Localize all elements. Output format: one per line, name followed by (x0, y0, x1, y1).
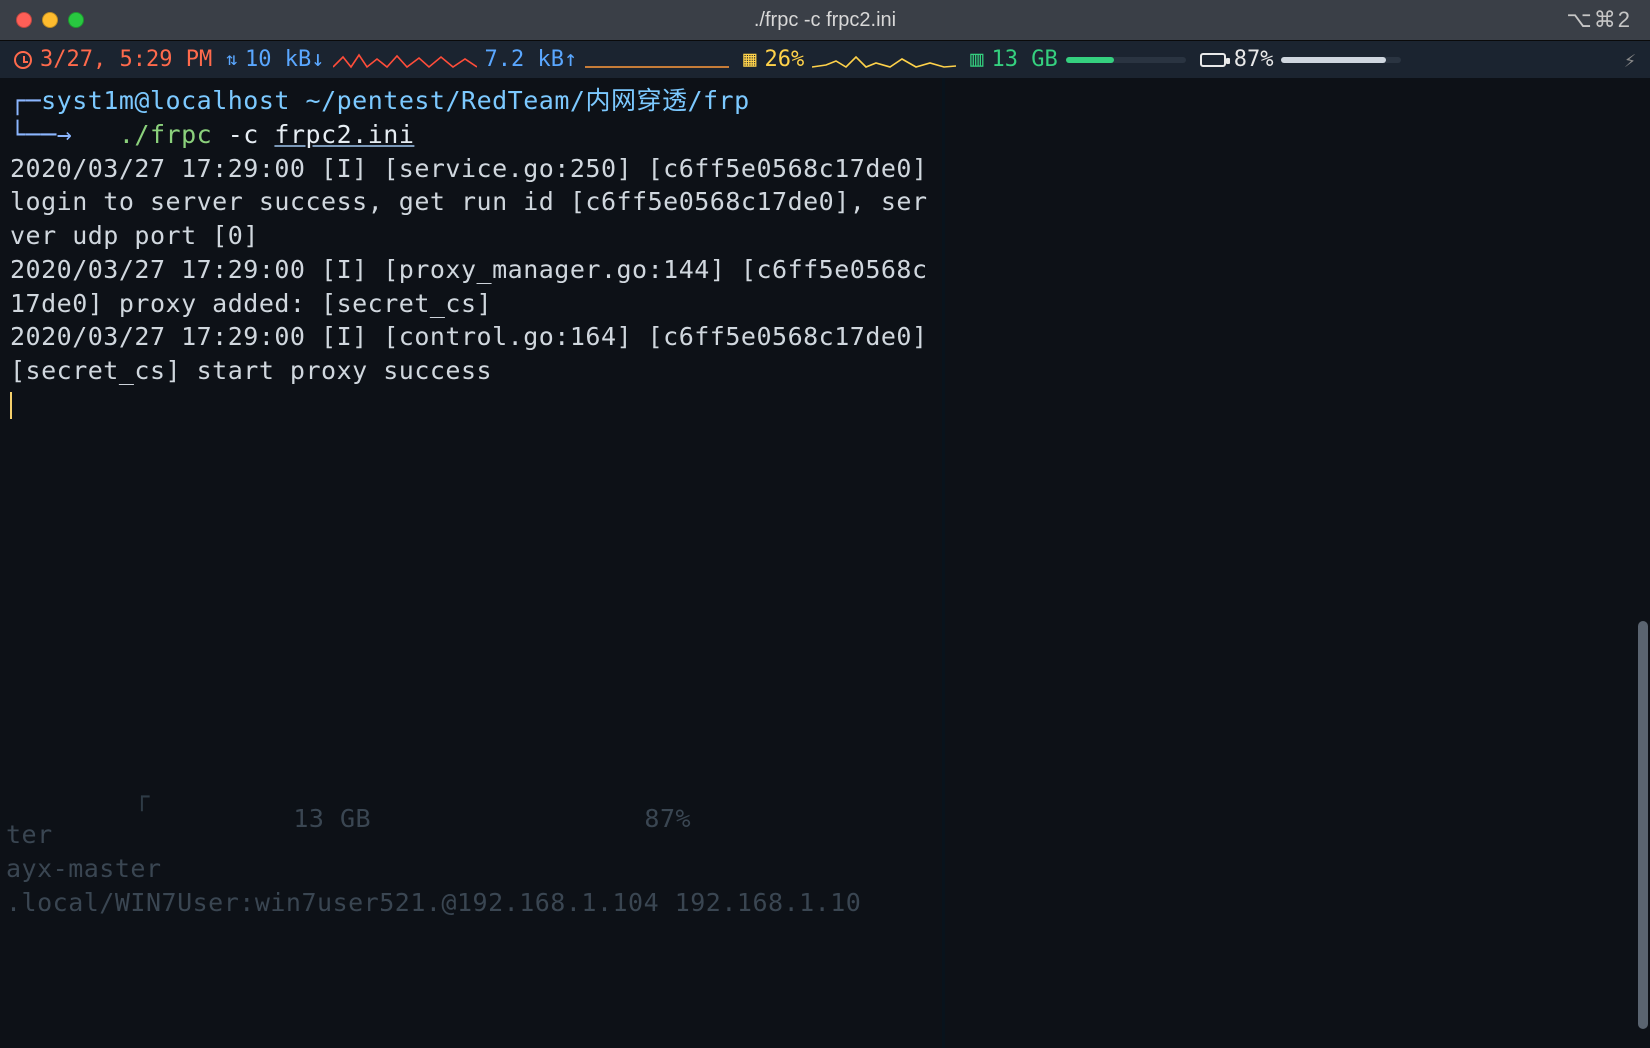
panes: ┌ 13 GB 87% ter ayx-master .local/WIN7Us… (0, 78, 1650, 1048)
prompt-host: localhost (150, 86, 290, 115)
window-title: ./frpc -c frpc2.ini (0, 9, 1650, 32)
ghost-text: ┌ (10, 746, 150, 847)
memory-value: 13 GB (991, 47, 1057, 72)
scrollbar-thumb[interactable] (1638, 621, 1648, 1028)
prompt-path: ~/pentest/RedTeam/内网穿透/frp (306, 86, 750, 115)
clock-text: 3/27, 5:29 PM (40, 47, 212, 72)
battery-icon (1200, 53, 1226, 67)
command-binary: ./frpc (119, 120, 212, 149)
clock-segment: 3/27, 5:29 PM (14, 47, 212, 72)
terminal-output[interactable]: ┌─syst1m@localhost ~/pentest/RedTeam/内网穿… (0, 78, 942, 432)
ghost-line2: ayx-master (6, 852, 162, 886)
ghost-stats: 13 GB 87% (200, 768, 691, 869)
network-segment: ⇅ 10 kB↓ 7.2 kB↑ (226, 47, 729, 72)
battery-value: 87% (1234, 47, 1274, 72)
window-titlebar: ./frpc -c frpc2.ini ⌥⌘2 (0, 0, 1650, 40)
net-down-sparkline-icon (333, 49, 477, 71)
network-icon: ⇅ (226, 49, 237, 70)
terminal-pane-right[interactable] (945, 78, 1650, 1048)
cpu-icon: ▦ (743, 47, 756, 72)
close-icon[interactable] (16, 12, 32, 28)
scrollbar[interactable] (1638, 78, 1648, 1048)
log-line: 2020/03/27 17:29:00 [I] [proxy_manager.g… (10, 255, 928, 318)
net-up-sparkline-icon (585, 49, 729, 71)
clock-icon (14, 51, 32, 69)
ghost-line3: .local/WIN7User:win7user521.@192.168.1.1… (6, 886, 861, 920)
log-line: 2020/03/27 17:29:00 [I] [control.go:164]… (10, 322, 942, 385)
ghost-line1: ter (6, 818, 53, 852)
prompt-arrow-icon: → (57, 120, 73, 149)
cpu-sparkline-icon (812, 49, 956, 71)
window-shortcut-hint: ⌥⌘2 (1566, 7, 1632, 33)
command-file: frpc2.ini (274, 120, 414, 149)
memory-icon: ▥ (970, 47, 983, 72)
memory-bar-fill (1066, 57, 1114, 63)
net-down-value: 10 kB↓ (245, 47, 324, 72)
battery-bar-fill (1281, 57, 1385, 63)
net-up-value: 7.2 kB↑ (485, 47, 578, 72)
battery-bar (1281, 57, 1401, 63)
prompt-user: syst1m (41, 86, 134, 115)
cpu-segment: ▦ 26% (743, 47, 956, 72)
memory-bar (1066, 57, 1186, 63)
memory-segment: ▥ 13 GB (970, 47, 1185, 72)
cursor (10, 392, 12, 420)
terminal-pane-left[interactable]: ┌ 13 GB 87% ter ayx-master .local/WIN7Us… (0, 78, 942, 1048)
zoom-icon[interactable] (68, 12, 84, 28)
minimize-icon[interactable] (42, 12, 58, 28)
traffic-lights (16, 12, 84, 28)
charging-icon: ⚡ (1624, 48, 1636, 72)
command-flag: -c (228, 120, 259, 149)
cpu-value: 26% (764, 47, 804, 72)
status-bar: 3/27, 5:29 PM ⇅ 10 kB↓ 7.2 kB↑ ▦ 26% ▥ 1… (0, 40, 1650, 78)
battery-segment: 87% (1200, 47, 1402, 72)
log-line: 2020/03/27 17:29:00 [I] [service.go:250]… (10, 154, 942, 251)
